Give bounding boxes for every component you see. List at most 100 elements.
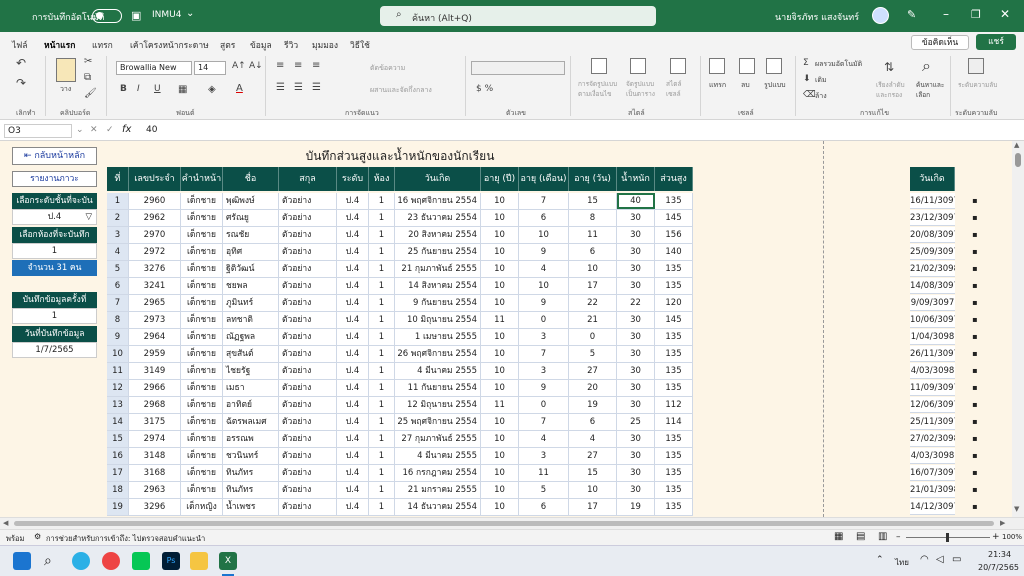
- table-cell[interactable]: 135: [655, 499, 693, 515]
- cell-styles-icon[interactable]: [670, 58, 686, 74]
- table-cell[interactable]: 6: [107, 278, 129, 294]
- table-cell[interactable]: 10: [481, 380, 519, 396]
- page-break-view-icon[interactable]: ▥: [878, 531, 887, 542]
- table-cell[interactable]: 4: [519, 431, 569, 447]
- autosave-toggle[interactable]: [92, 9, 122, 23]
- table-cell[interactable]: 10: [481, 482, 519, 498]
- table-cell[interactable]: เด็กชาย: [181, 397, 223, 413]
- table-cell[interactable]: 8: [107, 312, 129, 328]
- enter-icon[interactable]: ✓: [106, 125, 114, 135]
- table-cell[interactable]: 1: [369, 261, 395, 277]
- table-cell[interactable]: 1: [107, 193, 129, 209]
- table-cell[interactable]: ตัวอย่าง: [279, 278, 337, 294]
- table-cell[interactable]: 3149: [129, 363, 181, 379]
- table-cell[interactable]: เด็กชาย: [181, 363, 223, 379]
- table-cell[interactable]: 14 ธันวาคม 2554: [395, 499, 481, 515]
- table-cell[interactable]: 1: [369, 499, 395, 515]
- table-cell[interactable]: 6: [519, 210, 569, 226]
- table-cell[interactable]: 1: [369, 244, 395, 260]
- cut-icon[interactable]: ✂: [84, 56, 92, 67]
- table-cell[interactable]: 17: [569, 499, 617, 515]
- table-cell[interactable]: 11: [107, 363, 129, 379]
- table-cell[interactable]: 4 มีนาคม 2555: [395, 363, 481, 379]
- table-cell[interactable]: 15: [107, 431, 129, 447]
- tab-page-layout[interactable]: เค้าโครงหน้ากระดาษ: [130, 38, 209, 52]
- italic-icon[interactable]: I: [137, 84, 140, 94]
- table-cell[interactable]: 21 มกราคม 2555: [395, 482, 481, 498]
- table-cell[interactable]: 10: [519, 278, 569, 294]
- table-cell[interactable]: 135: [655, 346, 693, 362]
- table-cell[interactable]: รณชัย: [223, 227, 279, 243]
- table-cell[interactable]: ตัวอย่าง: [279, 363, 337, 379]
- fill-icon[interactable]: ⬇: [803, 74, 811, 84]
- table-cell[interactable]: 2: [107, 210, 129, 226]
- insert-cells-icon[interactable]: [709, 58, 725, 74]
- table-cell[interactable]: 11: [519, 465, 569, 481]
- table-cell[interactable]: ป.4: [337, 380, 369, 396]
- table-cell[interactable]: สุขสันต์: [223, 346, 279, 362]
- table-cell[interactable]: 19: [569, 397, 617, 413]
- table-cell[interactable]: 25: [617, 414, 655, 430]
- table-cell[interactable]: ตัวอย่าง: [279, 346, 337, 362]
- table-cell[interactable]: 135: [655, 278, 693, 294]
- table-cell[interactable]: 5: [519, 482, 569, 498]
- right-birthdate-cell[interactable]: 10/06/3097: [910, 312, 955, 328]
- right-birthdate-cell[interactable]: 4/03/3098: [910, 363, 955, 379]
- table-cell[interactable]: ตัวอย่าง: [279, 380, 337, 396]
- table-cell[interactable]: 30: [617, 312, 655, 328]
- table-cell[interactable]: 135: [655, 363, 693, 379]
- right-birthdate-cell[interactable]: 25/09/3097: [910, 244, 955, 260]
- conditional-format-icon[interactable]: [591, 58, 607, 74]
- currency-icon[interactable]: $ %: [476, 84, 493, 94]
- table-cell[interactable]: ป.4: [337, 431, 369, 447]
- table-cell[interactable]: 4 มีนาคม 2555: [395, 448, 481, 464]
- scroll-right-icon[interactable]: ▶: [1000, 519, 1005, 527]
- table-cell[interactable]: 21 กุมภาพันธ์ 2555: [395, 261, 481, 277]
- sensitivity-label[interactable]: ระดับความลับ: [958, 80, 998, 90]
- table-cell[interactable]: 2973: [129, 312, 181, 328]
- table-cell[interactable]: 30: [617, 329, 655, 345]
- table-cell[interactable]: 10: [481, 465, 519, 481]
- formula-input[interactable]: 40: [146, 125, 157, 135]
- table-cell[interactable]: 10: [481, 329, 519, 345]
- align-center-icon[interactable]: ☰: [294, 82, 303, 93]
- find-select-label[interactable]: ค้นหาและเลือก: [916, 80, 946, 100]
- table-cell[interactable]: 12 มิถุนายน 2554: [395, 397, 481, 413]
- table-cell[interactable]: 1: [369, 448, 395, 464]
- table-cell[interactable]: 2960: [129, 193, 181, 209]
- table-cell[interactable]: 10: [481, 499, 519, 515]
- table-cell[interactable]: ตัวอย่าง: [279, 431, 337, 447]
- table-cell[interactable]: เด็กชาย: [181, 193, 223, 209]
- tab-formulas[interactable]: สูตร: [220, 38, 235, 52]
- table-cell[interactable]: 10: [481, 363, 519, 379]
- table-cell[interactable]: 2965: [129, 295, 181, 311]
- table-cell[interactable]: 1: [369, 431, 395, 447]
- table-cell[interactable]: 10: [569, 261, 617, 277]
- right-birthdate-cell[interactable]: 21/02/3098: [910, 261, 955, 277]
- table-cell[interactable]: 9: [519, 244, 569, 260]
- table-cell[interactable]: ป.4: [337, 210, 369, 226]
- report-button[interactable]: รายงานภาวะ: [12, 171, 97, 187]
- back-to-main-button[interactable]: ⇤ กลับหน้าหลัก: [12, 147, 97, 165]
- table-cell[interactable]: 135: [655, 380, 693, 396]
- volume-icon[interactable]: ◁: [936, 554, 944, 565]
- share-button[interactable]: แชร์: [976, 34, 1016, 50]
- table-cell[interactable]: 7: [519, 193, 569, 209]
- format-painter-icon[interactable]: 🖌: [84, 88, 97, 99]
- table-cell[interactable]: ป.4: [337, 414, 369, 430]
- table-cell[interactable]: 20 สิงหาคม 2554: [395, 227, 481, 243]
- scroll-thumb[interactable]: [1015, 153, 1021, 167]
- table-cell[interactable]: 10: [481, 244, 519, 260]
- table-cell[interactable]: 30: [617, 448, 655, 464]
- wifi-icon[interactable]: ◠: [920, 554, 929, 565]
- font-name-select[interactable]: Browallia New: [116, 61, 192, 75]
- table-cell[interactable]: 3276: [129, 261, 181, 277]
- table-cell[interactable]: ตัวอย่าง: [279, 414, 337, 430]
- pen-icon[interactable]: ✎: [907, 8, 916, 21]
- table-cell[interactable]: ป.4: [337, 363, 369, 379]
- clear-label[interactable]: ล้าง: [815, 91, 827, 102]
- table-cell[interactable]: 10: [107, 346, 129, 362]
- table-cell[interactable]: 12: [107, 380, 129, 396]
- table-cell[interactable]: 30: [617, 380, 655, 396]
- vertical-scrollbar[interactable]: ▲ ▼: [1012, 141, 1024, 517]
